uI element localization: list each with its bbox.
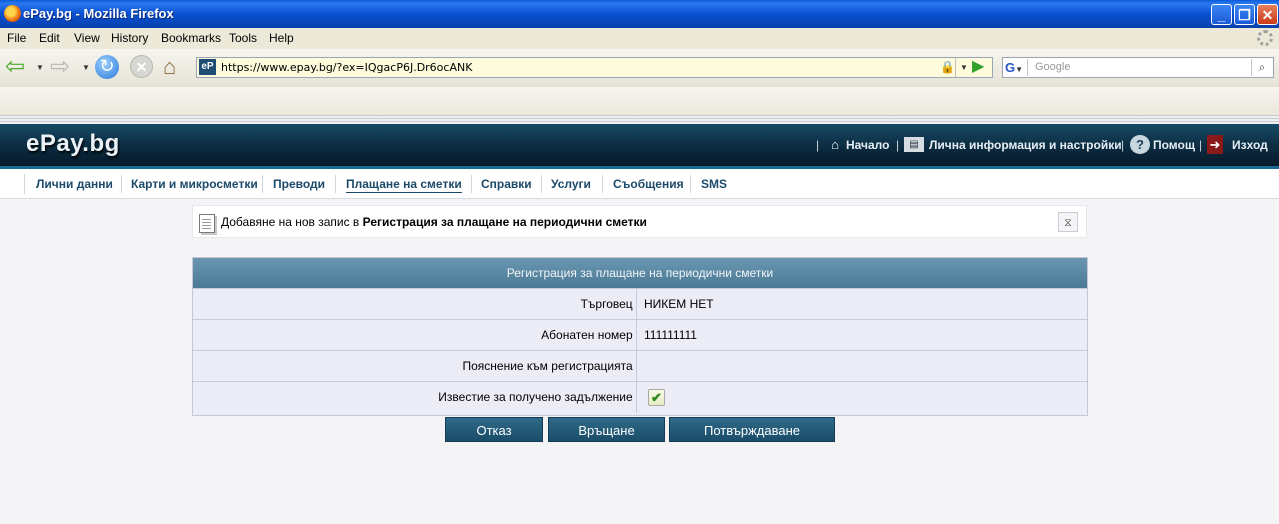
maximize-button[interactable]: ❐ — [1234, 4, 1255, 25]
link-separator: | — [896, 138, 900, 152]
form-row-notification: Известие за получено задължение ✔ — [193, 381, 1087, 413]
tab-divider — [690, 175, 691, 193]
notification-label: Известие за получено задължение — [193, 382, 637, 413]
url-dropdown-icon[interactable]: ▼ — [955, 58, 972, 77]
back-button[interactable]: Връщане — [548, 417, 665, 442]
site-header: ePay.bg | ⌂ Начало | ▤ Лична информация … — [0, 124, 1279, 169]
personal-settings-link[interactable]: Лична информация и настройки — [929, 138, 1122, 152]
cancel-button[interactable]: Отказ — [445, 417, 543, 442]
form-row-note: Пояснение към регистрацията — [193, 350, 1087, 382]
registration-form: Регистрация за плащане на периодични сме… — [192, 257, 1088, 416]
tab-services[interactable]: Услуги — [551, 177, 591, 191]
home-link[interactable]: Начало — [846, 138, 889, 152]
window-title-bar: ePay.bg - Mozilla Firefox _ ❐ ✕ — [0, 0, 1279, 28]
forward-history-dropdown-icon[interactable]: ▼ — [82, 63, 90, 72]
tab-divider — [121, 175, 122, 193]
form-row-merchant: Търговец НИКЕМ НЕТ — [193, 288, 1087, 320]
subscriber-number-label: Абонатен номер — [193, 320, 637, 351]
menu-history[interactable]: History — [111, 31, 148, 45]
search-box[interactable]: G▼ Google ⌕ — [1002, 57, 1274, 78]
tab-divider — [602, 175, 603, 193]
tab-messages[interactable]: Съобщения — [613, 177, 684, 191]
link-separator: | — [1199, 138, 1203, 152]
toolbar-divider — [0, 115, 1279, 124]
help-icon[interactable]: ? — [1130, 135, 1150, 154]
tab-divider — [262, 175, 263, 193]
exit-door-icon[interactable]: ➜ — [1207, 135, 1223, 154]
tab-transfers[interactable]: Преводи — [273, 177, 325, 191]
search-magnifier-icon[interactable]: ⌕ — [1251, 59, 1272, 76]
merchant-value: НИКЕМ НЕТ — [644, 297, 714, 311]
lock-icon[interactable]: 🔒 — [940, 60, 955, 74]
registration-note-label: Пояснение към регистрацията — [193, 351, 637, 382]
navigation-toolbar: ⇦ ▼ ⇨ ▼ ↻ ✕ ⌂ eP https://www.epay.bg/?ex… — [0, 49, 1279, 88]
tab-reports[interactable]: Справки — [481, 177, 532, 191]
menu-tools[interactable]: Tools — [229, 31, 257, 45]
tab-cards-microaccounts[interactable]: Карти и микросметки — [131, 177, 258, 191]
home-icon[interactable]: ⌂ — [163, 54, 176, 80]
tab-divider — [541, 175, 542, 193]
bookmarks-toolbar — [0, 87, 1279, 116]
window-title: ePay.bg - Mozilla Firefox — [23, 6, 174, 21]
merchant-label: Търговец — [193, 289, 637, 320]
subscriber-number-value: 111111111 — [644, 328, 697, 342]
firefox-icon — [4, 5, 21, 22]
collapse-icon[interactable]: ⧖ — [1058, 212, 1078, 232]
search-placeholder[interactable]: Google — [1035, 61, 1070, 73]
site-favicon-icon: eP — [199, 59, 216, 75]
checkmark-icon[interactable]: ✔ — [648, 389, 665, 406]
tab-divider — [471, 175, 472, 193]
url-text[interactable]: https://www.epay.bg/?ex=IQgacP6J.Dr6ocAN… — [221, 61, 472, 74]
close-button[interactable]: ✕ — [1257, 4, 1278, 25]
menu-edit[interactable]: Edit — [39, 31, 60, 45]
confirm-button[interactable]: Потвърждаване — [669, 417, 835, 442]
search-engine-icon[interactable]: G▼ — [1005, 59, 1028, 76]
form-row-subscriber: Абонатен номер 111111111 — [193, 319, 1087, 351]
throbber-icon — [1257, 30, 1273, 46]
minimize-button[interactable]: _ — [1211, 4, 1232, 25]
url-bar[interactable]: eP https://www.epay.bg/?ex=IQgacP6J.Dr6o… — [196, 57, 993, 78]
tab-divider — [24, 174, 25, 194]
back-history-dropdown-icon[interactable]: ▼ — [36, 63, 44, 72]
menu-bookmarks[interactable]: Bookmarks — [161, 31, 221, 45]
link-separator: | — [816, 138, 820, 152]
settings-card-icon[interactable]: ▤ — [904, 137, 924, 152]
stop-icon[interactable]: ✕ — [130, 55, 153, 78]
section-notice: Добавяне на нов запис в Регистрация за п… — [192, 205, 1087, 238]
home-icon[interactable]: ⌂ — [825, 135, 845, 154]
tab-sms[interactable]: SMS — [701, 177, 727, 191]
site-nav-tabs: Лични данни Карти и микросметки Преводи … — [0, 169, 1279, 199]
tab-bill-payment[interactable]: Плащане на сметки — [346, 177, 462, 193]
site-logo[interactable]: ePay.bg — [26, 130, 120, 158]
menu-file[interactable]: File — [7, 31, 26, 45]
menu-view[interactable]: View — [74, 31, 100, 45]
tab-personal-data[interactable]: Лични данни — [36, 177, 113, 191]
back-arrow-icon[interactable]: ⇦ — [5, 53, 25, 81]
document-icon — [199, 214, 215, 233]
menu-bar: File Edit View History Bookmarks Tools H… — [0, 28, 1279, 50]
link-separator: | — [1121, 138, 1125, 152]
forward-arrow-icon[interactable]: ⇨ — [50, 53, 70, 81]
menu-help[interactable]: Help — [269, 31, 294, 45]
help-link[interactable]: Помощ — [1153, 138, 1195, 152]
go-arrow-icon[interactable]: ▶ — [972, 58, 984, 76]
form-title: Регистрация за плащане на периодични сме… — [193, 258, 1087, 288]
tab-divider — [335, 175, 336, 193]
logout-link[interactable]: Изход — [1232, 138, 1268, 152]
reload-icon[interactable]: ↻ — [95, 55, 119, 79]
notice-text: Добавяне на нов запис в Регистрация за п… — [221, 215, 647, 229]
